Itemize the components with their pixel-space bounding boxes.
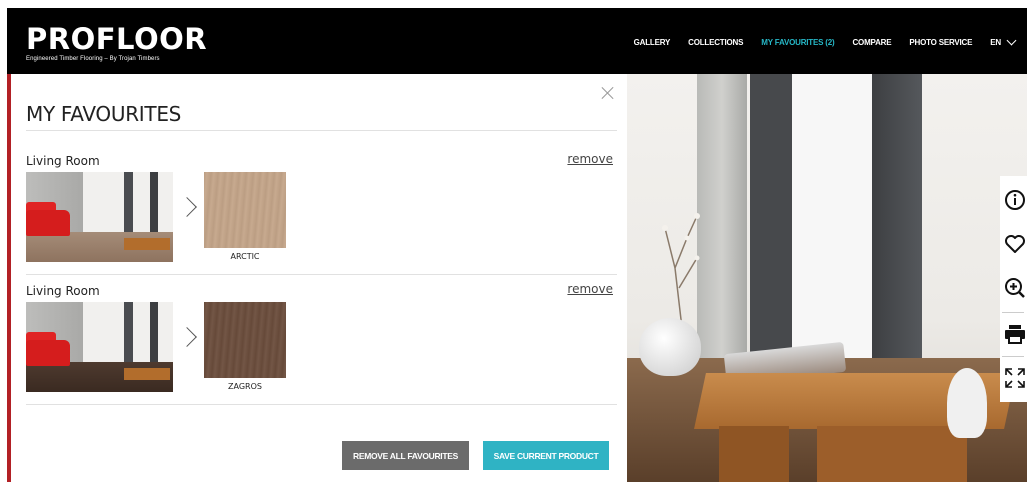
scene-bench-leg bbox=[817, 426, 967, 482]
favourite-room-label: Living Room bbox=[26, 284, 100, 298]
fullscreen-icon[interactable] bbox=[1003, 366, 1027, 390]
brand-tagline: Engineered Timber Flooring – By Trojan T… bbox=[26, 56, 160, 62]
language-selector[interactable]: EN bbox=[990, 35, 1017, 47]
room-thumbnail[interactable] bbox=[26, 302, 173, 392]
scene-vase bbox=[639, 318, 701, 376]
thumb-bench bbox=[124, 238, 170, 250]
nav-photo-service[interactable]: PHOTO SERVICE bbox=[909, 38, 972, 47]
info-icon[interactable] bbox=[1003, 188, 1027, 212]
language-label: EN bbox=[990, 38, 1001, 47]
main-nav: GALLERY COLLECTIONS MY FAVOURITES (2) CO… bbox=[616, 35, 1017, 47]
nav-collections[interactable]: COLLECTIONS bbox=[688, 38, 743, 47]
thumb-bench bbox=[124, 368, 170, 380]
favourite-item: Living Room remove ZAGROS bbox=[26, 282, 617, 414]
product-swatch[interactable] bbox=[204, 172, 286, 248]
tool-strip bbox=[1000, 176, 1027, 402]
scene-branches bbox=[662, 213, 700, 328]
favourites-modal: MY FAVOURITES Living Room remove ARCTIC … bbox=[11, 74, 627, 482]
chevron-right-icon[interactable] bbox=[177, 197, 197, 217]
product-name: ZAGROS bbox=[228, 382, 262, 391]
chevron-down-icon bbox=[1006, 35, 1017, 46]
product-swatch[interactable] bbox=[204, 302, 286, 378]
item-divider bbox=[26, 274, 617, 275]
nav-my-favourites[interactable]: MY FAVOURITES (2) bbox=[761, 38, 834, 47]
remove-link[interactable]: remove bbox=[567, 152, 613, 166]
app-frame: PROFLOOR Engineered Timber Flooring – By… bbox=[7, 8, 1027, 482]
scene-decor bbox=[947, 368, 987, 438]
tool-divider bbox=[1002, 356, 1024, 357]
thumb-sofa bbox=[26, 340, 70, 366]
save-current-product-button[interactable]: SAVE CURRENT PRODUCT bbox=[483, 441, 609, 470]
tool-divider bbox=[1002, 312, 1024, 313]
modal-title: MY FAVOURITES bbox=[26, 102, 182, 126]
title-divider bbox=[26, 130, 617, 131]
nav-gallery[interactable]: GALLERY bbox=[634, 38, 671, 47]
remove-all-favourites-button[interactable]: REMOVE ALL FAVOURITES bbox=[342, 441, 469, 470]
item-divider bbox=[26, 404, 617, 405]
thumb-sofa bbox=[26, 210, 70, 236]
top-bar: PROFLOOR Engineered Timber Flooring – By… bbox=[7, 8, 1027, 74]
zoom-in-icon[interactable] bbox=[1003, 276, 1027, 300]
heart-icon[interactable] bbox=[1003, 232, 1027, 256]
favourite-item: Living Room remove ARCTIC bbox=[26, 152, 617, 284]
nav-compare[interactable]: COMPARE bbox=[852, 38, 891, 47]
favourite-room-label: Living Room bbox=[26, 154, 100, 168]
close-icon[interactable] bbox=[601, 86, 615, 100]
print-icon[interactable] bbox=[1003, 322, 1027, 346]
chevron-right-icon[interactable] bbox=[177, 327, 197, 347]
room-thumbnail[interactable] bbox=[26, 172, 173, 262]
brand-name: PROFLOOR bbox=[26, 22, 208, 56]
scene-window bbox=[792, 74, 872, 384]
product-name: ARCTIC bbox=[230, 252, 260, 261]
remove-link[interactable]: remove bbox=[567, 282, 613, 296]
scene-bench-leg bbox=[719, 426, 789, 482]
brand-logo[interactable]: PROFLOOR Engineered Timber Flooring – By… bbox=[26, 24, 207, 63]
